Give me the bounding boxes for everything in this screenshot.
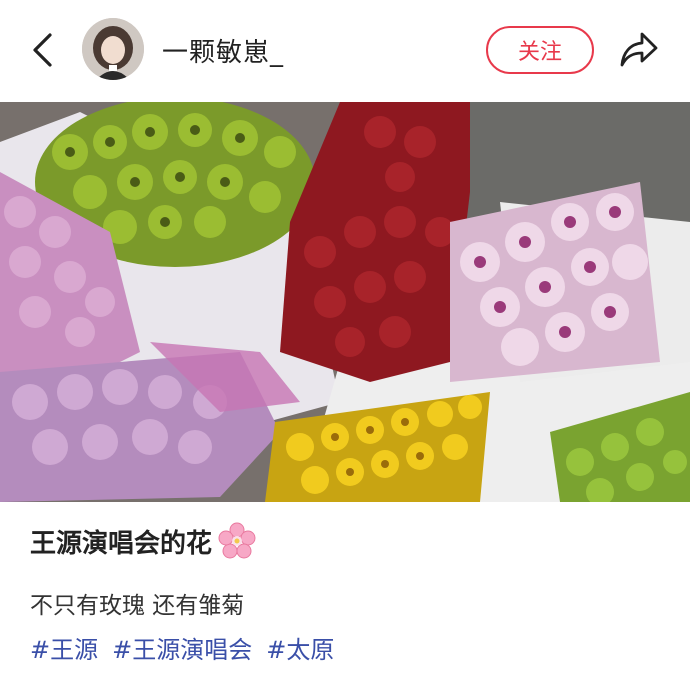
hashtag-link[interactable]: #太原 bbox=[266, 630, 334, 665]
post-title: 王源演唱会的花 bbox=[30, 528, 213, 559]
hashtag-list: #王源 #王源演唱会 #太原 bbox=[30, 630, 334, 665]
username[interactable]: 一颗敏崽_ bbox=[162, 32, 284, 69]
top-bar: 一颗敏崽_ 关注 bbox=[0, 0, 690, 102]
post-description: 不只有玫瑰 还有雏菊 bbox=[30, 593, 245, 619]
cherry-blossom-icon bbox=[218, 522, 256, 559]
hashtag-link[interactable]: #王源 bbox=[30, 630, 98, 665]
share-icon[interactable] bbox=[618, 30, 660, 70]
avatar[interactable] bbox=[82, 18, 144, 80]
post-title-row: 王源演唱会的花 bbox=[30, 522, 256, 560]
post-image[interactable] bbox=[0, 102, 690, 502]
follow-button[interactable]: 关注 bbox=[486, 26, 594, 74]
hashtag-link[interactable]: #王源演唱会 bbox=[112, 630, 252, 665]
back-arrow-icon[interactable] bbox=[26, 32, 62, 68]
